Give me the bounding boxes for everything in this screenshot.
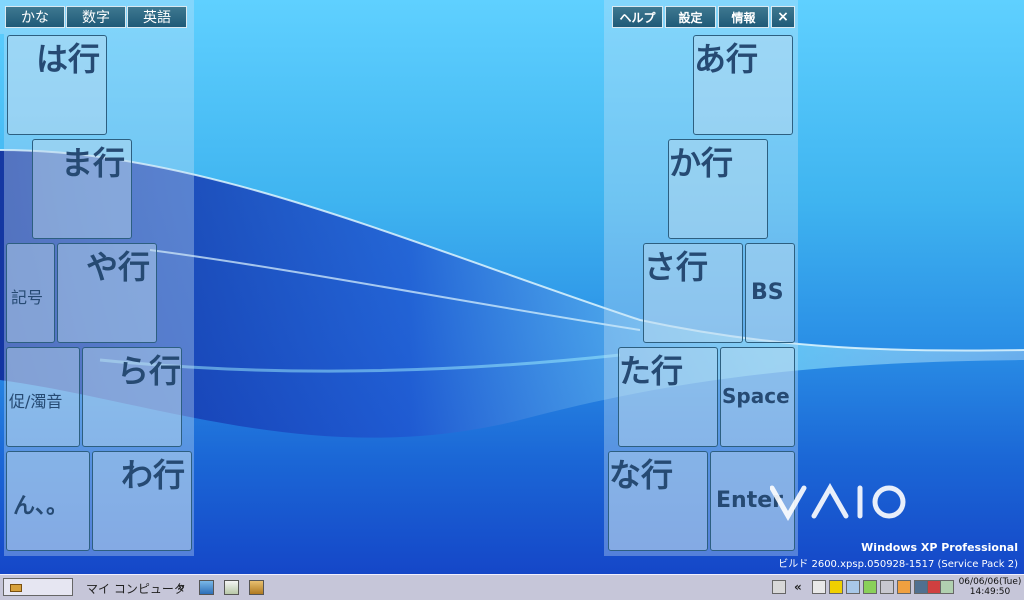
key-label: か行: [669, 144, 734, 182]
my-computer-toolbar[interactable]: マイ コンピュータ: [86, 580, 186, 597]
key-sa-row[interactable]: さ行: [643, 243, 743, 343]
desktop: かな 数字 英語 ヘルプ 設定 情報 × は行 ま行 記号 や行 促/濁音 ら行…: [0, 0, 1024, 574]
info-button[interactable]: 情報: [718, 6, 769, 28]
zonealarm-tray-icon[interactable]: [829, 580, 843, 594]
key-label: あ行: [694, 40, 759, 78]
key-label: 促/濁音: [9, 392, 63, 411]
key-label: や行: [86, 248, 151, 286]
key-label: な行: [609, 456, 674, 494]
sync-tray-icon[interactable]: [846, 580, 860, 594]
key-na-row[interactable]: な行: [608, 451, 708, 551]
mode-number-button[interactable]: 数字: [66, 6, 126, 28]
ie-icon[interactable]: [199, 580, 214, 595]
key-ta-row[interactable]: た行: [618, 347, 718, 447]
key-label: は行: [36, 40, 101, 78]
settings-button[interactable]: 設定: [665, 6, 716, 28]
time-text: 14:49:50: [969, 587, 1011, 597]
mode-kana-button[interactable]: かな: [5, 6, 65, 28]
outlook-icon[interactable]: [224, 580, 239, 595]
key-ha-row[interactable]: は行: [7, 35, 107, 135]
key-ma-row[interactable]: ま行: [32, 139, 132, 239]
mail-tray-icon[interactable]: [897, 580, 911, 594]
windows-flag-icon: [10, 584, 22, 592]
network-tray-icon[interactable]: [772, 580, 786, 594]
key-label: さ行: [644, 248, 709, 286]
monitor-tray-icon[interactable]: [914, 580, 928, 594]
key-label: た行: [619, 352, 684, 390]
key-label: わ行: [121, 456, 186, 494]
clock[interactable]: 06/06/06(Tue) 14:49:50: [958, 577, 1022, 597]
key-label: BS: [751, 280, 784, 305]
windows-version-info: Windows XP Professional ビルド 2600.xpsp.05…: [778, 541, 1018, 570]
key-dakuon[interactable]: 促/濁音: [6, 347, 80, 447]
close-button[interactable]: ×: [771, 6, 795, 28]
lan-tray-icon[interactable]: [940, 580, 954, 594]
key-wa-row[interactable]: わ行: [92, 451, 192, 551]
os-name: Windows XP Professional: [861, 541, 1018, 554]
key-ka-row[interactable]: か行: [668, 139, 768, 239]
key-label: 記号: [11, 288, 44, 307]
key-backspace[interactable]: BS: [745, 243, 795, 343]
key-label: ら行: [117, 352, 182, 390]
chevron-left-icon[interactable]: «: [794, 580, 802, 594]
key-label: Space: [722, 384, 790, 408]
date-text: 06/06/06(Tue): [958, 577, 1022, 587]
pen-tray-icon[interactable]: [812, 580, 826, 594]
key-label: ま行: [61, 144, 126, 182]
start-button[interactable]: [3, 578, 73, 596]
display-tray-icon[interactable]: [927, 580, 941, 594]
check-tray-icon[interactable]: [863, 580, 877, 594]
key-a-row[interactable]: あ行: [693, 35, 793, 135]
taskbar: マイ コンピュータ » « 06/06/06(Tue) 14:49:50: [0, 574, 1024, 600]
media-icon[interactable]: [249, 580, 264, 595]
key-space[interactable]: Space: [720, 347, 795, 447]
os-build: ビルド 2600.xpsp.050928-1517 (Service Pack …: [778, 559, 1018, 570]
key-ya-row[interactable]: や行: [57, 243, 157, 343]
chevron-right-icon[interactable]: »: [177, 580, 185, 594]
vaio-logo: [770, 482, 906, 522]
key-label: ん、。: [13, 494, 69, 519]
key-n-punct[interactable]: ん、。: [6, 451, 90, 551]
mode-english-button[interactable]: 英語: [127, 6, 187, 28]
help-button[interactable]: ヘルプ: [612, 6, 663, 28]
key-ra-row[interactable]: ら行: [82, 347, 182, 447]
shield-tray-icon[interactable]: [880, 580, 894, 594]
key-symbols[interactable]: 記号: [6, 243, 55, 343]
